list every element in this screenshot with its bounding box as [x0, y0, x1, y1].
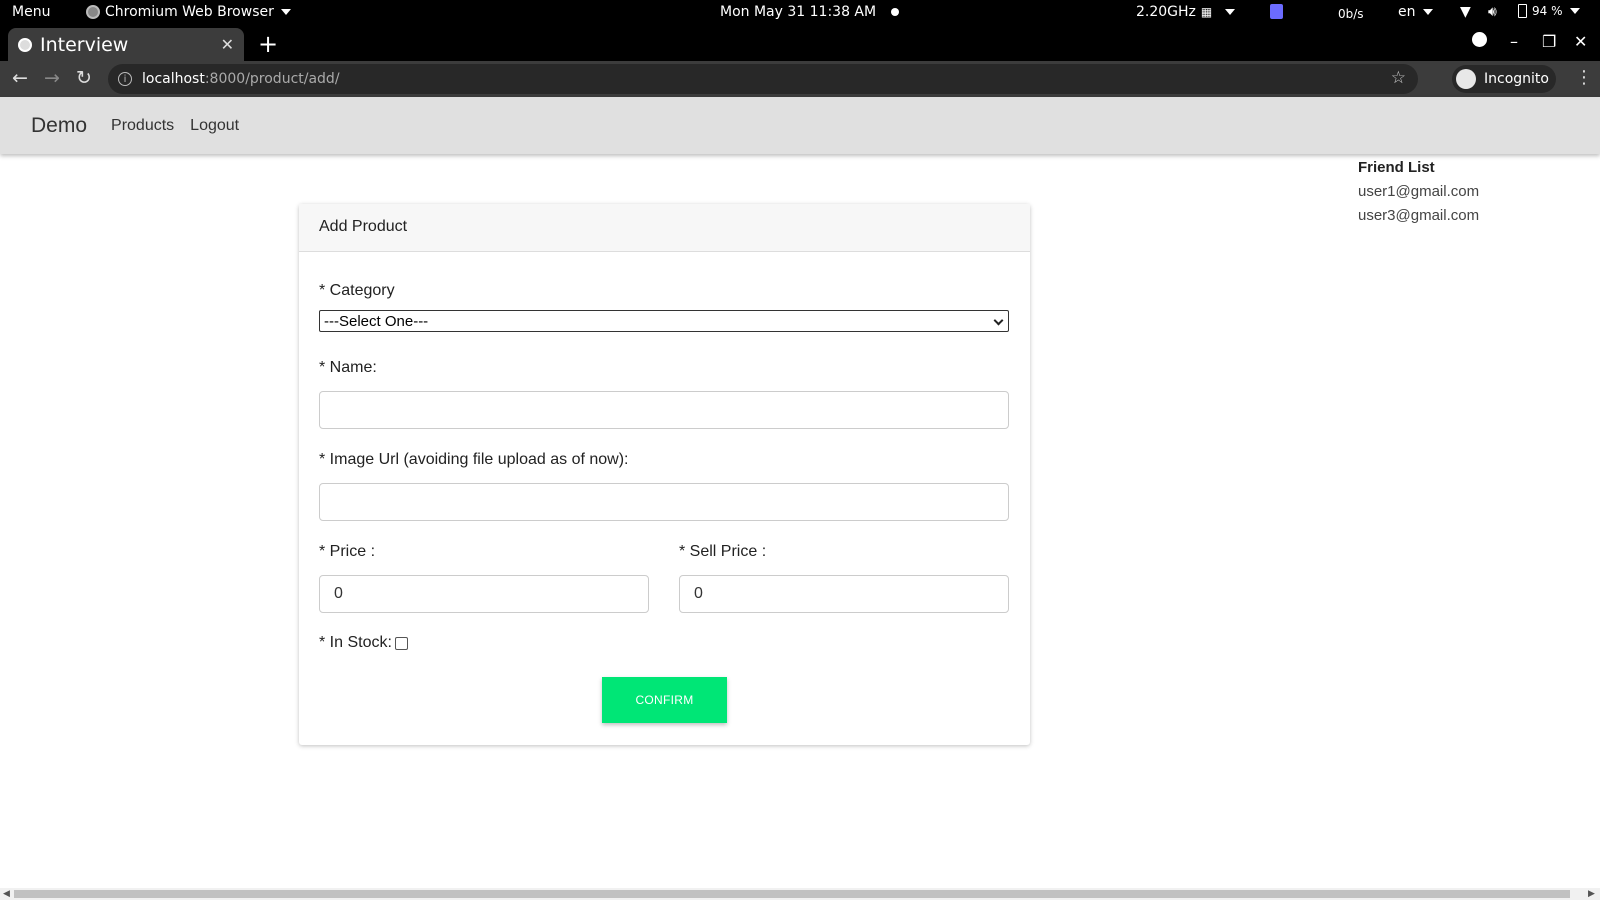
add-product-card: Add Product * Category ---Select One--- … — [299, 204, 1030, 745]
battery-icon — [1518, 4, 1527, 18]
in-stock-label: * In Stock: — [319, 634, 392, 651]
url-host: localhost — [142, 71, 205, 87]
kebab-menu-icon: ⋮ — [1575, 67, 1593, 87]
tab-search-button[interactable] — [1472, 32, 1487, 51]
arrow-left-icon: ← — [12, 67, 28, 89]
price-input[interactable]: 0 — [319, 575, 649, 613]
restore-button[interactable]: ❐ — [1542, 32, 1556, 51]
battery-indicator[interactable]: 94 % — [1518, 4, 1580, 18]
info-icon[interactable]: i — [118, 72, 132, 86]
image-url-label: * Image Url (avoiding file upload as of … — [319, 451, 629, 468]
friend-list-title: Friend List — [1358, 159, 1435, 176]
chevron-down-icon — [1422, 9, 1433, 15]
chevron-down-icon — [280, 9, 291, 15]
notes-indicator[interactable] — [1270, 4, 1283, 19]
volume-icon: 🔊︎ — [1488, 4, 1497, 20]
clock-label: Mon May 31 11:38 AM — [720, 4, 877, 20]
battery-label: 94 % — [1532, 4, 1563, 18]
system-menu[interactable]: Menu — [12, 4, 50, 20]
network-speed-label: 0b/s — [1338, 7, 1364, 21]
network-speed: 0b/s — [1338, 7, 1364, 21]
price-label: * Price : — [319, 543, 376, 560]
name-label: * Name: — [319, 359, 377, 376]
forward-button[interactable]: → — [44, 67, 60, 89]
tab-title: Interview — [40, 33, 129, 56]
cpu-frequency: 2.20GHz — [1136, 4, 1196, 20]
minimize-icon: – — [1510, 32, 1518, 51]
chevron-circle-icon — [1472, 32, 1487, 47]
sell-price-label: * Sell Price : — [679, 543, 767, 560]
language-label: en — [1398, 4, 1416, 20]
in-stock-checkbox[interactable] — [395, 637, 408, 650]
clock[interactable]: Mon May 31 11:38 AM — [720, 4, 900, 20]
app-navbar: Demo Products Logout — [0, 97, 1600, 154]
close-icon: ✕ — [1574, 32, 1588, 51]
sell-price-input[interactable]: 0 — [679, 575, 1009, 613]
wifi-indicator[interactable]: ▼ — [1460, 4, 1471, 20]
url-path: :8000/product/add/ — [204, 71, 340, 87]
chevron-down-icon — [1569, 8, 1580, 14]
nav-link-logout[interactable]: Logout — [190, 117, 239, 135]
volume-indicator[interactable]: 🔊︎ — [1488, 4, 1497, 20]
reload-button[interactable]: ↻ — [76, 67, 92, 89]
restore-icon: ❐ — [1542, 32, 1557, 51]
scroll-left-icon[interactable]: ◀ — [3, 888, 10, 899]
notes-icon — [1270, 4, 1283, 19]
browser-toolbar: ← → ↻ i localhost:8000/product/add/ ☆ In… — [0, 61, 1600, 97]
name-input[interactable] — [319, 391, 1009, 429]
nav-link-products[interactable]: Products — [111, 117, 174, 135]
category-label: * Category — [319, 282, 395, 299]
active-app-label: Chromium Web Browser — [105, 4, 274, 20]
chromium-icon — [86, 5, 100, 19]
cpu-icon: ▦ — [1200, 5, 1213, 19]
chevron-down-icon — [1225, 9, 1236, 15]
browser-tab[interactable]: Interview ✕ — [8, 28, 244, 61]
active-app-menu[interactable]: Chromium Web Browser — [86, 4, 291, 20]
category-selected-value: ---Select One--- — [324, 312, 429, 330]
tab-strip: Interview ✕ + – ❐ ✕ — [0, 26, 1600, 61]
wifi-icon: ▼ — [1460, 4, 1471, 20]
horizontal-scrollbar[interactable]: ◀ ▶ — [0, 888, 1600, 900]
url-text: localhost:8000/product/add/ — [142, 71, 340, 87]
scrollbar-thumb[interactable] — [14, 890, 1570, 898]
incognito-badge[interactable]: Incognito — [1452, 65, 1556, 93]
category-select[interactable]: ---Select One--- — [319, 310, 1009, 332]
image-url-input[interactable] — [319, 483, 1009, 521]
new-tab-button[interactable]: + — [258, 30, 278, 58]
browser-menu-button[interactable]: ⋮ — [1575, 67, 1593, 88]
confirm-button[interactable]: CONFIRM — [602, 677, 727, 723]
back-button[interactable]: ← — [12, 67, 28, 89]
reload-icon: ↻ — [76, 67, 92, 89]
incognito-icon — [1456, 69, 1476, 89]
address-bar[interactable]: i localhost:8000/product/add/ ☆ — [108, 64, 1418, 94]
close-tab-icon[interactable]: ✕ — [221, 35, 234, 55]
friend-list: Friend List user1@gmail.com user3@gmail.… — [1358, 156, 1479, 228]
notification-dot-icon — [891, 8, 900, 16]
chevron-down-icon — [993, 315, 1004, 326]
scroll-right-icon[interactable]: ▶ — [1588, 888, 1595, 899]
brand-link[interactable]: Demo — [31, 114, 87, 138]
arrow-right-icon: → — [44, 67, 60, 89]
card-header: Add Product — [299, 204, 1030, 252]
globe-icon — [18, 37, 32, 52]
friend-item: user1@gmail.com — [1358, 183, 1480, 200]
close-window-button[interactable]: ✕ — [1574, 32, 1587, 51]
language-indicator[interactable]: en — [1398, 4, 1433, 20]
bookmark-star-icon[interactable]: ☆ — [1391, 68, 1406, 88]
friend-item: user3@gmail.com — [1358, 207, 1480, 224]
cpu-indicator[interactable]: 2.20GHz ▦ — [1136, 4, 1236, 20]
system-menu-label: Menu — [12, 4, 51, 20]
incognito-label: Incognito — [1484, 71, 1549, 87]
system-top-bar: Menu Chromium Web Browser Mon May 31 11:… — [0, 0, 1600, 26]
minimize-button[interactable]: – — [1510, 32, 1518, 51]
